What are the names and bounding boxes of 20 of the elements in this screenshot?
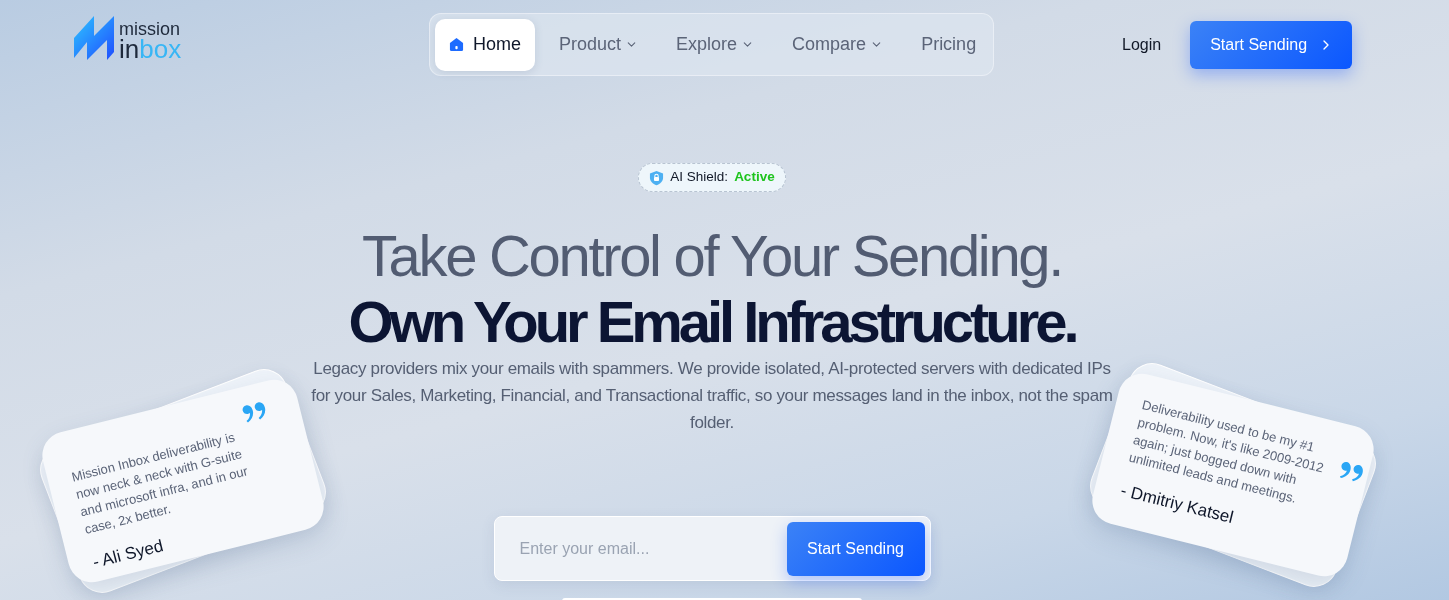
shield-lock-icon	[649, 169, 665, 186]
logo-icon	[72, 14, 116, 62]
logo-wordmark: mission inbox	[119, 20, 182, 61]
hero-description: Legacy providers mix your emails with spammers. We provide isolated, AI-protected servers with dedicated IPs for your Sales, Marketing, Financial, and Transactional traffic, so your messages land in the inbox, not the spam folder.	[310, 358, 1114, 434]
badge-status: Active	[734, 168, 775, 187]
email-input[interactable]: Enter your email...	[519, 528, 787, 569]
nav-link[interactable]: Explore	[662, 18, 769, 71]
email-form[interactable]: Enter your email... Start Sending	[493, 516, 931, 581]
login-link[interactable]: Login	[1122, 32, 1162, 57]
nav-link[interactable]: Product	[545, 18, 653, 71]
home-icon	[449, 37, 464, 52]
badge-label: AI Shield:	[670, 168, 729, 187]
testimonial-author: - Ali Syed	[90, 535, 166, 574]
nav-link[interactable]: Pricing	[907, 18, 991, 71]
hero-headline: Own Your Email Infrastructure.	[348, 289, 1076, 355]
start-sending-button[interactable]: Start Sending	[1190, 20, 1353, 69]
start-sending-button[interactable]: Start Sending	[786, 521, 925, 576]
hero-headline: Take Control of Your Sending.	[361, 223, 1063, 289]
nav-link[interactable]: Home	[435, 18, 535, 71]
nav-link[interactable]: Compare	[778, 18, 898, 71]
